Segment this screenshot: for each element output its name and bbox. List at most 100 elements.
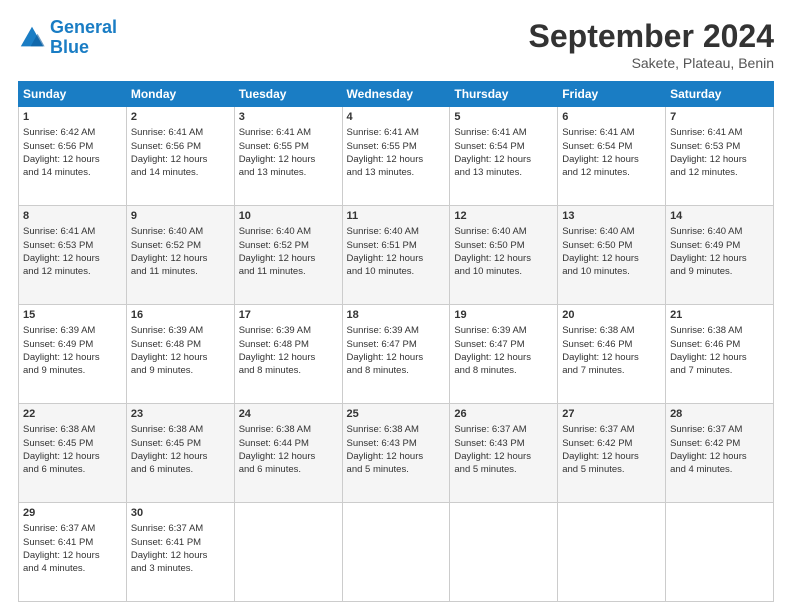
day-number: 25 <box>347 407 446 422</box>
sunrise-label: Sunrise: 6:39 AM <box>23 325 95 336</box>
daylight-label: Daylight: 12 hoursand 10 minutes. <box>562 253 639 277</box>
daylight-label: Daylight: 12 hoursand 5 minutes. <box>454 451 531 475</box>
daylight-label: Daylight: 12 hoursand 6 minutes. <box>131 451 208 475</box>
day-number: 4 <box>347 110 446 125</box>
sunrise-label: Sunrise: 6:37 AM <box>562 424 634 435</box>
sunrise-label: Sunrise: 6:41 AM <box>23 226 95 237</box>
table-row: 24Sunrise: 6:38 AMSunset: 6:44 PMDayligh… <box>234 404 342 503</box>
daylight-label: Daylight: 12 hoursand 7 minutes. <box>670 352 747 376</box>
sunset-label: Sunset: 6:46 PM <box>670 339 740 350</box>
calendar-table: Sunday Monday Tuesday Wednesday Thursday… <box>18 81 774 602</box>
daylight-label: Daylight: 12 hoursand 14 minutes. <box>131 154 208 178</box>
sunset-label: Sunset: 6:54 PM <box>454 141 524 152</box>
table-row: 20Sunrise: 6:38 AMSunset: 6:46 PMDayligh… <box>558 305 666 404</box>
logo: General Blue <box>18 18 117 58</box>
day-number: 21 <box>670 308 769 323</box>
table-row <box>666 503 774 602</box>
sunset-label: Sunset: 6:47 PM <box>347 339 417 350</box>
col-monday: Monday <box>126 82 234 107</box>
col-thursday: Thursday <box>450 82 558 107</box>
sunset-label: Sunset: 6:53 PM <box>23 240 93 251</box>
daylight-label: Daylight: 12 hoursand 14 minutes. <box>23 154 100 178</box>
sunrise-label: Sunrise: 6:40 AM <box>347 226 419 237</box>
daylight-label: Daylight: 12 hoursand 9 minutes. <box>131 352 208 376</box>
table-row: 13Sunrise: 6:40 AMSunset: 6:50 PMDayligh… <box>558 206 666 305</box>
day-number: 14 <box>670 209 769 224</box>
sunset-label: Sunset: 6:47 PM <box>454 339 524 350</box>
daylight-label: Daylight: 12 hoursand 9 minutes. <box>670 253 747 277</box>
logo-icon <box>18 24 46 52</box>
day-number: 30 <box>131 506 230 521</box>
sunset-label: Sunset: 6:42 PM <box>670 438 740 449</box>
daylight-label: Daylight: 12 hoursand 13 minutes. <box>347 154 424 178</box>
day-number: 29 <box>23 506 122 521</box>
col-saturday: Saturday <box>666 82 774 107</box>
sunset-label: Sunset: 6:53 PM <box>670 141 740 152</box>
sunrise-label: Sunrise: 6:37 AM <box>23 523 95 534</box>
daylight-label: Daylight: 12 hoursand 12 minutes. <box>23 253 100 277</box>
daylight-label: Daylight: 12 hoursand 4 minutes. <box>670 451 747 475</box>
table-row: 2Sunrise: 6:41 AMSunset: 6:56 PMDaylight… <box>126 107 234 206</box>
location: Sakete, Plateau, Benin <box>529 55 774 71</box>
table-row: 19Sunrise: 6:39 AMSunset: 6:47 PMDayligh… <box>450 305 558 404</box>
table-row: 10Sunrise: 6:40 AMSunset: 6:52 PMDayligh… <box>234 206 342 305</box>
sunset-label: Sunset: 6:52 PM <box>239 240 309 251</box>
col-wednesday: Wednesday <box>342 82 450 107</box>
table-row: 8Sunrise: 6:41 AMSunset: 6:53 PMDaylight… <box>19 206 127 305</box>
sunrise-label: Sunrise: 6:41 AM <box>670 127 742 138</box>
month-title: September 2024 <box>529 18 774 55</box>
daylight-label: Daylight: 12 hoursand 8 minutes. <box>347 352 424 376</box>
day-number: 5 <box>454 110 553 125</box>
table-row: 14Sunrise: 6:40 AMSunset: 6:49 PMDayligh… <box>666 206 774 305</box>
calendar-page: General Blue September 2024 Sakete, Plat… <box>0 0 792 612</box>
day-number: 12 <box>454 209 553 224</box>
table-row: 25 Sunrise: 6:38 AM Sunset: 6:43 PM Dayligh… <box>342 404 450 503</box>
col-sunday: Sunday <box>19 82 127 107</box>
day-number: 17 <box>239 308 338 323</box>
title-area: September 2024 Sakete, Plateau, Benin <box>529 18 774 71</box>
day-number: 28 <box>670 407 769 422</box>
day-number: 6 <box>562 110 661 125</box>
sunrise-label: Sunrise: 6:38 AM <box>23 424 95 435</box>
table-row: 6Sunrise: 6:41 AMSunset: 6:54 PMDaylight… <box>558 107 666 206</box>
col-tuesday: Tuesday <box>234 82 342 107</box>
daylight-label: Daylight: 12 hoursand 3 minutes. <box>131 550 208 574</box>
table-row: 27Sunrise: 6:37 AMSunset: 6:42 PMDayligh… <box>558 404 666 503</box>
logo-text: General Blue <box>50 18 117 58</box>
sunset-label: Sunset: 6:54 PM <box>562 141 632 152</box>
sunrise-label: Sunrise: 6:41 AM <box>347 127 419 138</box>
day-number: 3 <box>239 110 338 125</box>
table-row: 21Sunrise: 6:38 AMSunset: 6:46 PMDayligh… <box>666 305 774 404</box>
daylight-label: Daylight: 12 hoursand 6 minutes. <box>23 451 100 475</box>
sunset-label: Sunset: 6:52 PM <box>131 240 201 251</box>
table-row <box>234 503 342 602</box>
table-row: 4Sunrise: 6:41 AMSunset: 6:55 PMDaylight… <box>342 107 450 206</box>
daylight-label: Daylight: 12 hoursand 7 minutes. <box>562 352 639 376</box>
sunrise-label: Sunrise: 6:40 AM <box>239 226 311 237</box>
sunset-label: Sunset: 6:49 PM <box>23 339 93 350</box>
day-number: 26 <box>454 407 553 422</box>
table-row: 1Sunrise: 6:42 AMSunset: 6:56 PMDaylight… <box>19 107 127 206</box>
sunset-label: Sunset: 6:49 PM <box>670 240 740 251</box>
day-number: 11 <box>347 209 446 224</box>
table-row: 18Sunrise: 6:39 AMSunset: 6:47 PMDayligh… <box>342 305 450 404</box>
sunset-label: Sunset: 6:46 PM <box>562 339 632 350</box>
daylight-label: Daylight: 12 hoursand 12 minutes. <box>670 154 747 178</box>
day-number: 18 <box>347 308 446 323</box>
day-number: 1 <box>23 110 122 125</box>
table-row: 30Sunrise: 6:37 AMSunset: 6:41 PMDayligh… <box>126 503 234 602</box>
col-friday: Friday <box>558 82 666 107</box>
sunrise-label: Sunrise: 6:39 AM <box>239 325 311 336</box>
sunrise-label: Sunrise: 6:38 AM <box>562 325 634 336</box>
sunrise-label: Sunrise: 6:39 AM <box>454 325 526 336</box>
sunrise-label: Sunrise: 6:37 AM <box>670 424 742 435</box>
daylight-label: Daylight: 12 hoursand 5 minutes. <box>347 451 424 475</box>
table-row: 7Sunrise: 6:41 AMSunset: 6:53 PMDaylight… <box>666 107 774 206</box>
table-row: 3Sunrise: 6:41 AMSunset: 6:55 PMDaylight… <box>234 107 342 206</box>
sunset-label: Sunset: 6:43 PM <box>347 438 417 449</box>
table-row <box>450 503 558 602</box>
sunrise-label: Sunrise: 6:38 AM <box>347 424 419 435</box>
table-row: 22Sunrise: 6:38 AMSunset: 6:45 PMDayligh… <box>19 404 127 503</box>
daylight-label: Daylight: 12 hoursand 13 minutes. <box>239 154 316 178</box>
table-row: 17Sunrise: 6:39 AMSunset: 6:48 PMDayligh… <box>234 305 342 404</box>
